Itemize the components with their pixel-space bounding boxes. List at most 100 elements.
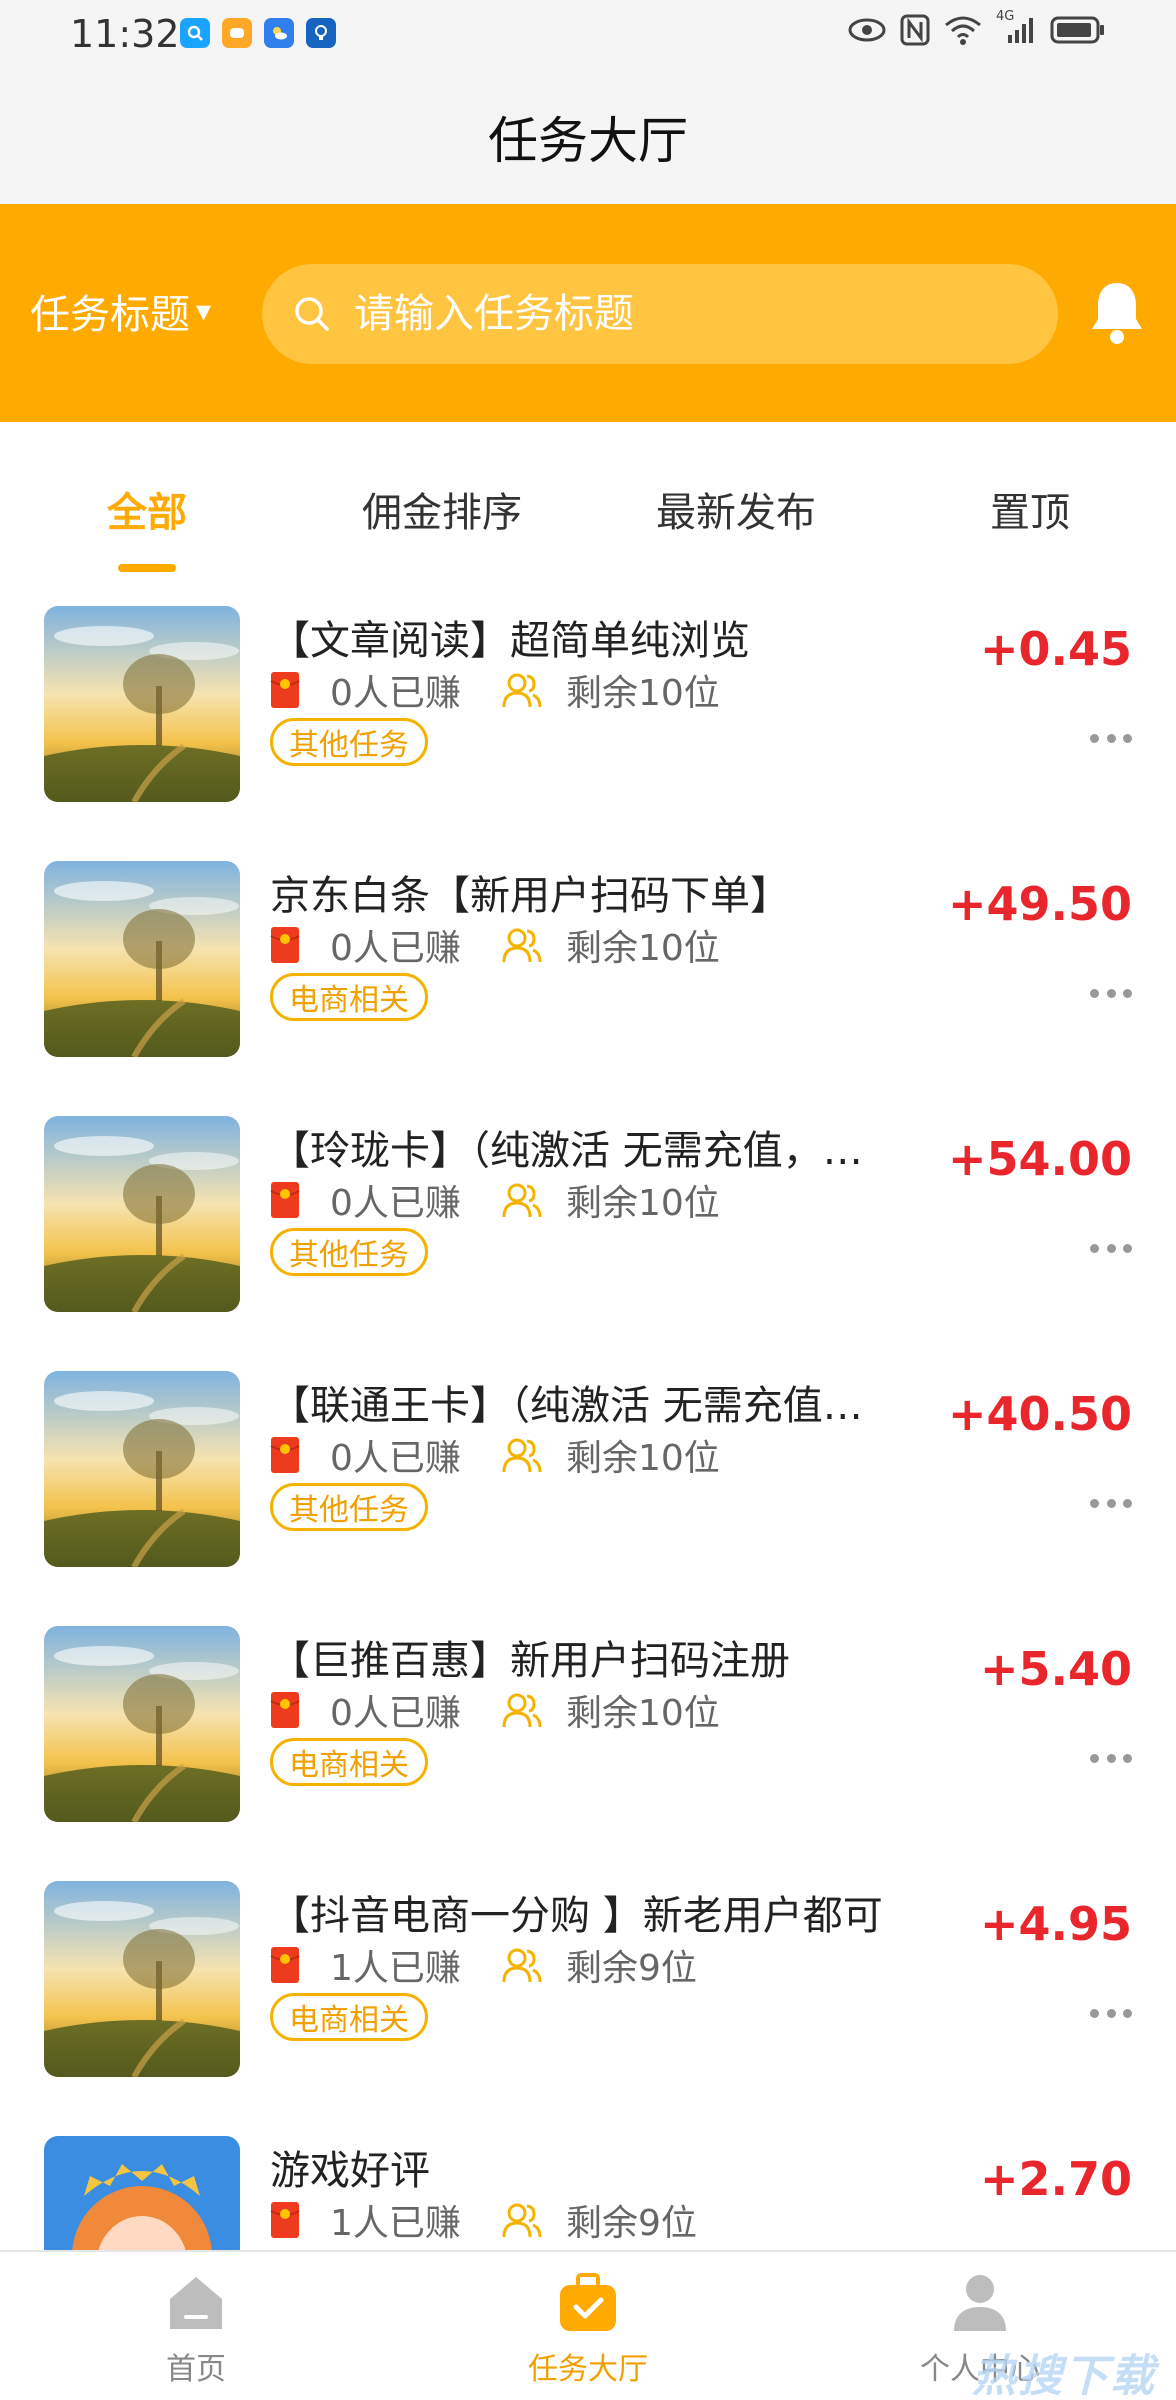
category-badge: 电商相关 bbox=[270, 1993, 428, 2041]
more-icon[interactable] bbox=[1090, 1752, 1132, 1764]
task-remaining: 剩余10位 bbox=[502, 1684, 720, 1736]
task-earned: 1人已赚 bbox=[270, 2194, 461, 2246]
wifi-icon bbox=[945, 16, 981, 45]
task-row[interactable]: 【玲珑卡】（纯激活 无需充值，… 0人已赚 剩余10位 其他任务 +54.00 bbox=[0, 1092, 1176, 1347]
task-remaining: 剩余10位 bbox=[502, 1429, 720, 1481]
red-packet-icon bbox=[270, 2202, 300, 2238]
people-icon bbox=[502, 2203, 542, 2238]
status-notification-icons bbox=[180, 18, 336, 48]
people-icon bbox=[502, 1183, 542, 1218]
filter-dropdown[interactable]: 任务标题 ▾ bbox=[30, 282, 211, 340]
task-row[interactable]: 【抖音电商一分购 】新老用户都可 1人已赚 剩余9位 电商相关 +4.95 bbox=[0, 1857, 1176, 2112]
task-row[interactable]: 【文章阅读】超简单纯浏览 0人已赚 剩余10位 其他任务 +0.45 bbox=[0, 582, 1176, 837]
tab-active-indicator bbox=[118, 564, 176, 572]
nav-task-hall-label: 任务大厅 bbox=[528, 2352, 648, 2387]
tab-all[interactable]: 全部 bbox=[27, 480, 267, 538]
task-price: +4.95 bbox=[979, 1897, 1132, 1951]
nav-home[interactable]: 首页 bbox=[96, 2270, 296, 2388]
task-remaining-text: 剩余10位 bbox=[566, 1693, 720, 1734]
category-badge: 其他任务 bbox=[270, 1228, 428, 1276]
task-remaining-text: 剩余9位 bbox=[566, 2203, 697, 2244]
task-title: 【玲珑卡】（纯激活 无需充值，… bbox=[270, 1128, 863, 1174]
task-price: +0.45 bbox=[979, 622, 1132, 676]
task-row[interactable]: 【联通王卡】（纯激活 无需充值… 0人已赚 剩余10位 其他任务 +40.50 bbox=[0, 1347, 1176, 1602]
task-title: 【文章阅读】超简单纯浏览 bbox=[270, 618, 750, 664]
task-remaining: 剩余10位 bbox=[502, 1174, 720, 1226]
task-thumbnail bbox=[44, 1371, 240, 1567]
chevron-down-icon: ▾ bbox=[196, 293, 212, 329]
task-title: 京东白条【新用户扫码下单】 bbox=[270, 873, 790, 919]
task-earned: 0人已赚 bbox=[270, 1684, 461, 1736]
red-packet-icon bbox=[270, 927, 300, 963]
task-row[interactable]: 京东白条【新用户扫码下单】 0人已赚 剩余10位 电商相关 +49.50 bbox=[0, 837, 1176, 1092]
task-row[interactable]: 【巨推百惠】新用户扫码注册 0人已赚 剩余10位 电商相关 +5.40 bbox=[0, 1602, 1176, 1857]
task-price: +5.40 bbox=[979, 1642, 1132, 1696]
tab-commission-sort[interactable]: 佣金排序 bbox=[322, 480, 562, 538]
user-icon bbox=[947, 2270, 1013, 2336]
nav-task-hall[interactable]: 任务大厅 bbox=[488, 2270, 688, 2388]
red-packet-icon bbox=[270, 1692, 300, 1728]
task-earned-text: 0人已赚 bbox=[330, 1183, 461, 1224]
task-earned-text: 0人已赚 bbox=[330, 928, 461, 969]
more-icon[interactable] bbox=[1090, 1497, 1132, 1509]
task-remaining: 剩余10位 bbox=[502, 919, 720, 971]
lightbulb-app-icon bbox=[306, 18, 336, 48]
task-earned-text: 1人已赚 bbox=[330, 1948, 461, 1989]
task-earned: 0人已赚 bbox=[270, 1174, 461, 1226]
search-input[interactable] bbox=[354, 291, 1034, 337]
task-remaining: 剩余10位 bbox=[502, 664, 720, 716]
status-system-icons: 4G bbox=[848, 9, 1106, 46]
bell-icon[interactable] bbox=[1084, 276, 1150, 348]
task-earned-text: 1人已赚 bbox=[330, 2203, 461, 2244]
task-price: +40.50 bbox=[947, 1387, 1132, 1441]
task-price: +49.50 bbox=[947, 877, 1132, 931]
people-icon bbox=[502, 1438, 542, 1473]
task-thumbnail bbox=[44, 1881, 240, 2077]
title-bar: 任务大厅 bbox=[0, 70, 1176, 204]
more-icon[interactable] bbox=[1090, 2007, 1132, 2019]
people-icon bbox=[502, 928, 542, 963]
task-earned-text: 0人已赚 bbox=[330, 1438, 461, 1479]
task-thumbnail bbox=[44, 1116, 240, 1312]
people-icon bbox=[502, 1693, 542, 1728]
task-title: 【抖音电商一分购 】新老用户都可 bbox=[270, 1893, 883, 1939]
task-price: +54.00 bbox=[947, 1132, 1132, 1186]
people-icon bbox=[502, 1948, 542, 1983]
search-box[interactable] bbox=[262, 264, 1058, 364]
more-icon[interactable] bbox=[1090, 732, 1132, 744]
home-icon bbox=[163, 2270, 229, 2336]
category-badge: 电商相关 bbox=[270, 1738, 428, 1786]
task-title: 【巨推百惠】新用户扫码注册 bbox=[270, 1638, 790, 1684]
people-icon bbox=[502, 673, 542, 708]
task-price: +2.70 bbox=[979, 2152, 1132, 2206]
task-remaining-text: 剩余10位 bbox=[566, 1183, 720, 1224]
red-packet-icon bbox=[270, 1182, 300, 1218]
status-bar: 11:32 4G bbox=[0, 0, 1176, 70]
tab-pinned[interactable]: 置顶 bbox=[910, 480, 1150, 538]
search-header: 任务标题 ▾ bbox=[0, 204, 1176, 422]
tab-bar: 全部 佣金排序 最新发布 置顶 bbox=[0, 422, 1176, 582]
task-earned: 0人已赚 bbox=[270, 919, 461, 971]
battery-icon bbox=[1050, 16, 1104, 44]
briefcase-icon bbox=[555, 2270, 621, 2336]
search-app-icon bbox=[180, 18, 210, 48]
task-remaining-text: 剩余10位 bbox=[566, 1438, 720, 1479]
watermark-logo: 热搜下载 bbox=[972, 2351, 1156, 2400]
category-badge: 电商相关 bbox=[270, 973, 428, 1021]
task-earned-text: 0人已赚 bbox=[330, 1693, 461, 1734]
task-thumbnail bbox=[44, 606, 240, 802]
task-remaining: 剩余9位 bbox=[502, 1939, 697, 1991]
task-title: 【联通王卡】（纯激活 无需充值… bbox=[270, 1383, 863, 1429]
page-title: 任务大厅 bbox=[488, 112, 688, 170]
category-badge: 其他任务 bbox=[270, 718, 428, 766]
more-icon[interactable] bbox=[1090, 987, 1132, 999]
chat-app-icon bbox=[222, 18, 252, 48]
red-packet-icon bbox=[270, 1437, 300, 1473]
more-icon[interactable] bbox=[1090, 1242, 1132, 1254]
task-earned: 1人已赚 bbox=[270, 1939, 461, 1991]
nav-home-label: 首页 bbox=[166, 2352, 226, 2387]
task-thumbnail bbox=[44, 861, 240, 1057]
signal-icon: 4G bbox=[996, 9, 1036, 45]
tab-latest[interactable]: 最新发布 bbox=[616, 480, 856, 538]
task-earned: 0人已赚 bbox=[270, 664, 461, 716]
